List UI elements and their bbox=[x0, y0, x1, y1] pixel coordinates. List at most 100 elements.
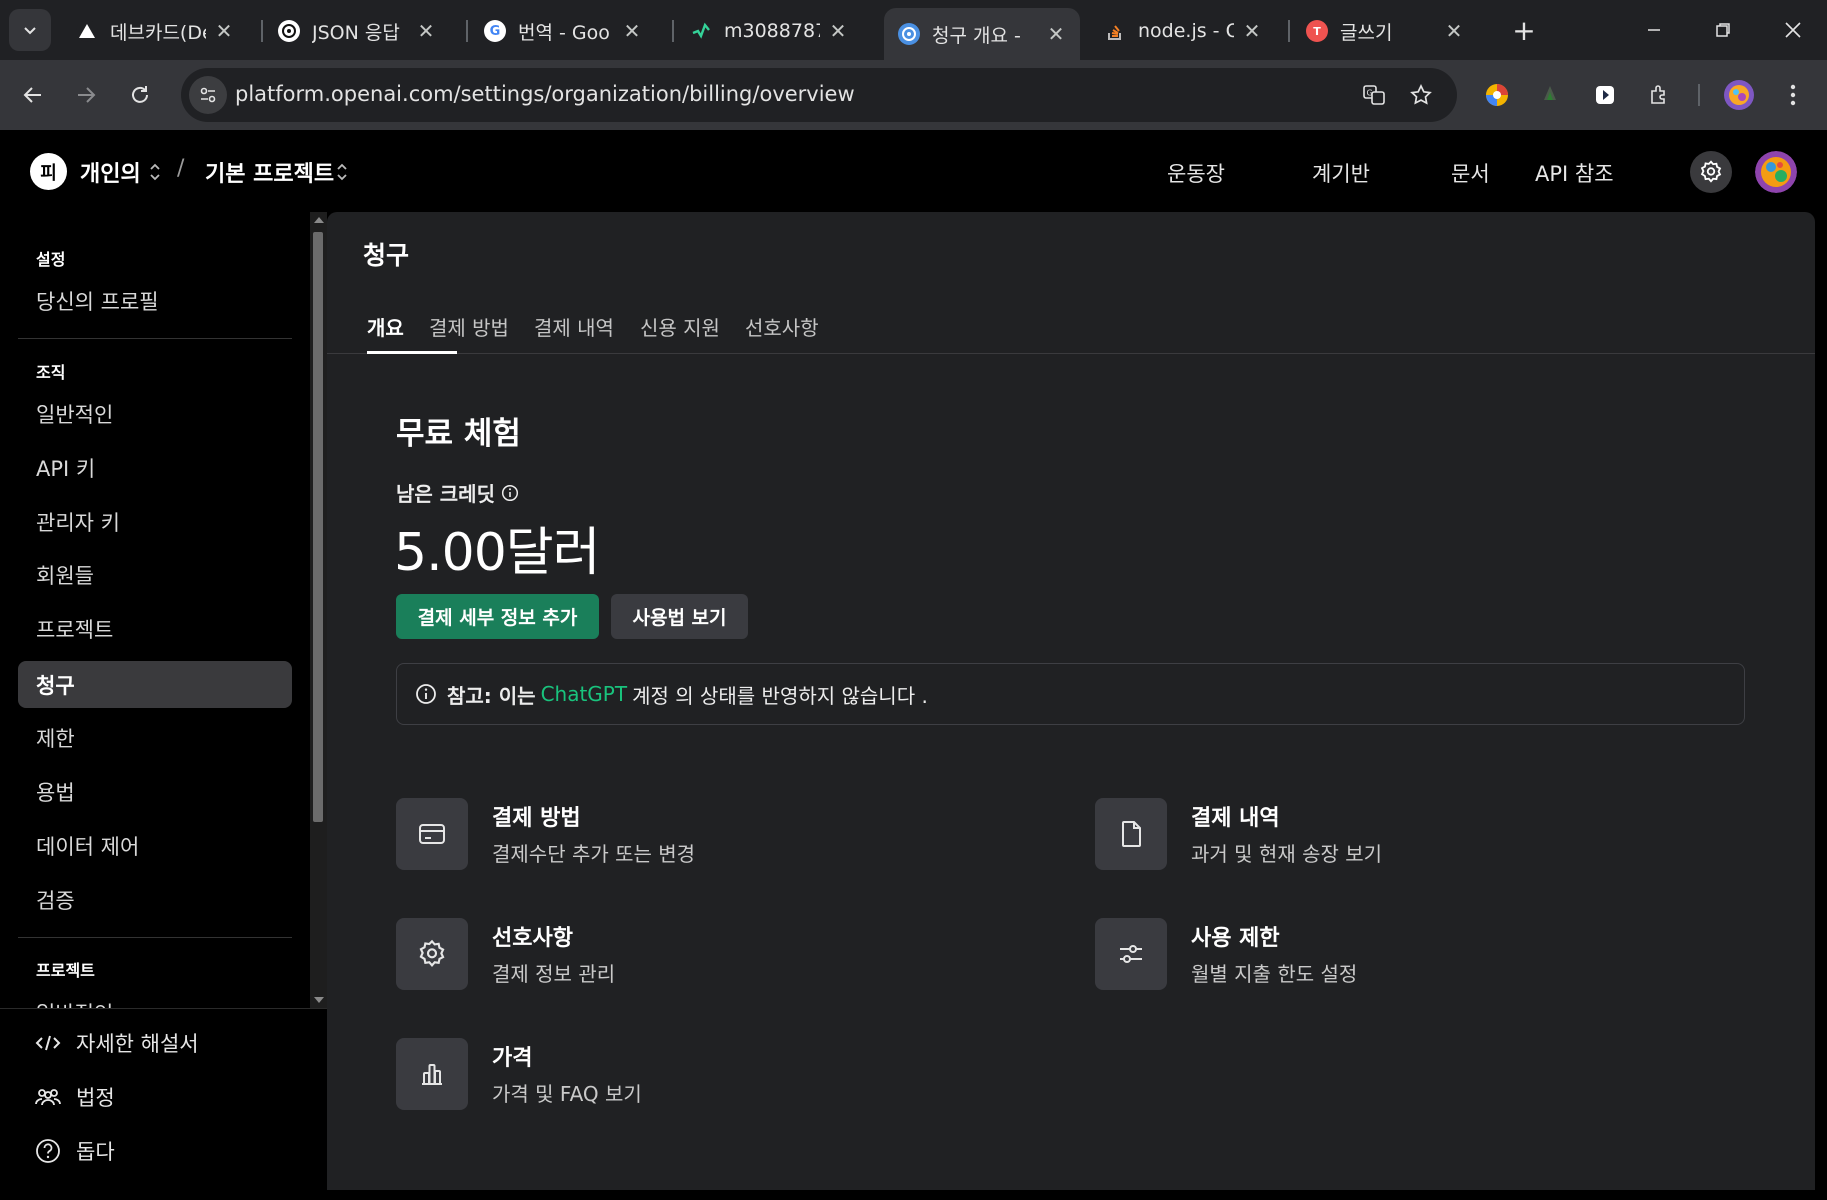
back-button[interactable] bbox=[12, 74, 54, 116]
restore-icon bbox=[1716, 23, 1730, 37]
extension-button[interactable] bbox=[1533, 78, 1567, 112]
tab-payment-methods[interactable]: 결제 방법 bbox=[429, 312, 509, 341]
sidebar-item-profile[interactable]: 당신의 프로필 bbox=[18, 277, 292, 324]
window-close-button[interactable] bbox=[1773, 10, 1813, 50]
sidebar-footer-forum[interactable]: 법정 bbox=[34, 1082, 115, 1112]
new-tab-button[interactable]: + bbox=[1506, 12, 1542, 48]
project-switcher[interactable]: 기본 프로젝트 bbox=[205, 156, 334, 188]
chevron-up-down-icon[interactable] bbox=[335, 160, 349, 184]
gear-icon bbox=[396, 918, 468, 990]
sidebar-item-admin-keys[interactable]: 관리자 키 bbox=[18, 498, 292, 545]
address-bar[interactable]: platform.openai.com/settings/organizatio… bbox=[181, 68, 1457, 122]
browser-tab[interactable]: JSON 응답 ✕ bbox=[264, 8, 450, 54]
browser-tab[interactable]: node.js - Op ✕ bbox=[1090, 8, 1276, 54]
tab-separator bbox=[1288, 20, 1290, 42]
breadcrumb-separator: / bbox=[177, 156, 185, 181]
close-icon[interactable]: ✕ bbox=[828, 19, 848, 43]
card-title: 가격 bbox=[492, 1046, 533, 1071]
plus-icon: + bbox=[1512, 13, 1536, 47]
sidebar-item-usage[interactable]: 용법 bbox=[18, 768, 292, 815]
divider bbox=[18, 338, 292, 339]
extensions-menu-button[interactable] bbox=[1643, 78, 1677, 112]
scroll-down-arrow[interactable] bbox=[314, 997, 324, 1003]
user-avatar[interactable] bbox=[1755, 151, 1797, 193]
browser-tab-active[interactable]: 청구 개요 - ✕ bbox=[884, 8, 1080, 60]
close-icon bbox=[1785, 22, 1801, 38]
reload-button[interactable] bbox=[119, 74, 161, 116]
star-icon bbox=[1410, 84, 1432, 105]
close-icon[interactable]: ✕ bbox=[1046, 22, 1066, 46]
nav-dashboard[interactable]: 계기반 bbox=[1312, 158, 1370, 188]
extension-button[interactable] bbox=[1588, 78, 1622, 112]
sidebar-item-api-keys[interactable]: API 키 bbox=[18, 444, 292, 491]
browser-menu-button[interactable] bbox=[1776, 78, 1810, 112]
tab-title: node.js - Op bbox=[1138, 20, 1234, 42]
sidebar-footer-cookbook[interactable]: 자세한 해설서 bbox=[34, 1028, 199, 1058]
browser-tab[interactable]: m3088787 ✕ bbox=[676, 8, 862, 54]
close-icon[interactable]: ✕ bbox=[214, 19, 234, 43]
browser-tab[interactable]: T 글쓰기 ✕ bbox=[1292, 8, 1478, 54]
divider bbox=[18, 937, 292, 938]
sidebar-item-limits[interactable]: 제한 bbox=[18, 714, 292, 761]
nav-docs[interactable]: 문서 bbox=[1451, 158, 1490, 188]
tab-search-button[interactable] bbox=[9, 9, 51, 51]
tab-credit-grants[interactable]: 신용 지원 bbox=[640, 312, 720, 341]
info-icon[interactable] bbox=[501, 484, 519, 502]
bolt-icon bbox=[690, 20, 712, 42]
nav-playground[interactable]: 운동장 bbox=[1167, 158, 1225, 188]
tab-billing-history[interactable]: 결제 내역 bbox=[534, 312, 614, 341]
tab-title: m3088787 bbox=[724, 20, 820, 42]
minimize-button[interactable] bbox=[1634, 10, 1674, 50]
puzzle-icon bbox=[1651, 85, 1665, 104]
card-payment-methods[interactable]: 결제 방법 결제수단 추가 또는 변경 bbox=[396, 798, 695, 870]
sidebar-item-verification[interactable]: 검증 bbox=[18, 876, 292, 923]
forward-button[interactable] bbox=[65, 74, 107, 116]
sidebar-item-members[interactable]: 회원들 bbox=[18, 551, 292, 598]
tab-preferences[interactable]: 선호사항 bbox=[745, 312, 819, 341]
nav-api-reference[interactable]: API 참조 bbox=[1535, 158, 1614, 188]
translate-button[interactable]: G bbox=[1359, 80, 1389, 110]
chevron-up-down-icon[interactable] bbox=[148, 160, 162, 184]
chatgpt-link[interactable]: ChatGPT bbox=[541, 682, 628, 706]
color-extension-button[interactable] bbox=[1480, 78, 1514, 112]
billing-tabs: 개요 결제 방법 결제 내역 신용 지원 선호사항 bbox=[327, 298, 1815, 354]
card-subtitle: 결제수단 추가 또는 변경 bbox=[492, 842, 696, 866]
sidebar-footer-help[interactable]: 돕다 bbox=[34, 1136, 115, 1166]
sidebar-item-projects[interactable]: 프로젝트 bbox=[18, 605, 292, 652]
restore-button[interactable] bbox=[1703, 10, 1743, 50]
view-usage-button[interactable]: 사용법 보기 bbox=[611, 594, 748, 639]
bookmark-button[interactable] bbox=[1406, 80, 1436, 110]
close-icon[interactable]: ✕ bbox=[622, 19, 642, 43]
browser-tab[interactable]: 데브카드(De ✕ bbox=[62, 8, 248, 54]
scrollbar-thumb[interactable] bbox=[313, 232, 323, 822]
card-usage-limits[interactable]: 사용 제한 월별 지출 한도 설정 bbox=[1095, 918, 1357, 990]
active-tab-indicator bbox=[367, 351, 457, 354]
browser-tab[interactable]: G 번역 - Goo ✕ bbox=[470, 8, 656, 54]
org-avatar[interactable]: 피 bbox=[30, 153, 67, 190]
close-icon[interactable]: ✕ bbox=[1444, 19, 1464, 43]
close-icon[interactable]: ✕ bbox=[1242, 19, 1262, 43]
card-preferences[interactable]: 선호사항 결제 정보 관리 bbox=[396, 918, 615, 990]
scroll-up-arrow[interactable] bbox=[314, 217, 324, 223]
tab-title: JSON 응답 bbox=[312, 21, 400, 44]
card-pricing[interactable]: 가격 가격 및 FAQ 보기 bbox=[396, 1038, 642, 1110]
site-info-button[interactable] bbox=[189, 76, 227, 114]
profile-button[interactable] bbox=[1722, 78, 1756, 112]
add-payment-details-button[interactable]: 결제 세부 정보 추가 bbox=[396, 594, 599, 639]
sidebar-footer-label: 자세한 해설서 bbox=[76, 1032, 199, 1056]
sidebar-item-project-general[interactable]: 일반적인 bbox=[18, 989, 292, 1009]
card-title: 선호사항 bbox=[492, 926, 573, 951]
notice-text: 계정 의 상태를 반영하지 않습니다 . bbox=[632, 683, 928, 708]
close-icon[interactable]: ✕ bbox=[416, 19, 436, 43]
card-billing-history[interactable]: 결제 내역 과거 및 현재 송장 보기 bbox=[1095, 798, 1382, 870]
palette-icon bbox=[1486, 84, 1508, 106]
sidebar-item-billing[interactable]: 청구 bbox=[18, 661, 292, 708]
stackoverflow-icon bbox=[1104, 20, 1126, 42]
org-switcher[interactable]: 개인의 bbox=[80, 156, 141, 188]
sidebar-item-general[interactable]: 일반적인 bbox=[18, 390, 292, 437]
tab-overview[interactable]: 개요 bbox=[367, 312, 404, 341]
sidebar-item-data-controls[interactable]: 데이터 제어 bbox=[18, 822, 292, 869]
sidebar-scrollbar[interactable] bbox=[310, 212, 327, 1008]
url-text[interactable]: platform.openai.com/settings/organizatio… bbox=[235, 82, 855, 106]
settings-button[interactable] bbox=[1690, 151, 1732, 193]
